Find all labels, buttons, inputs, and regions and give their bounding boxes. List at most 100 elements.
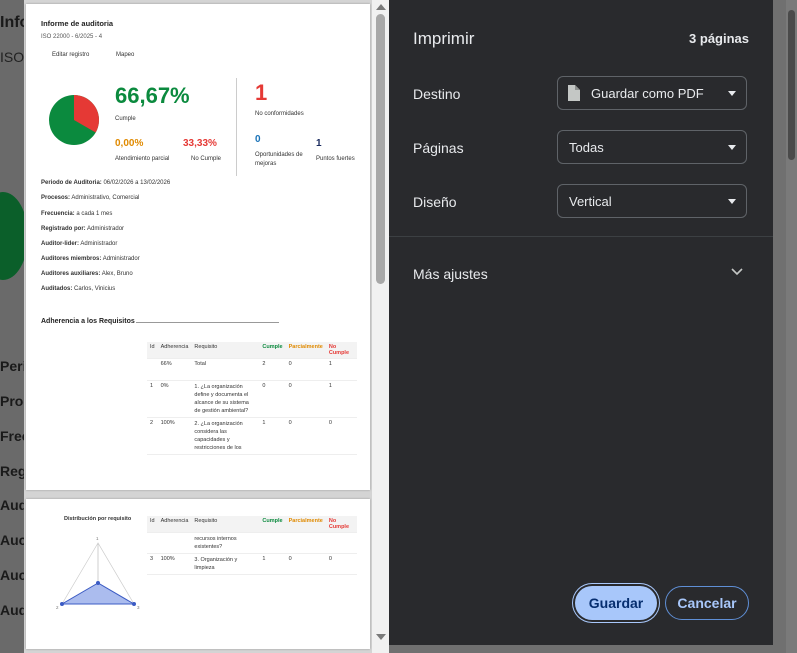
stats-divider — [236, 78, 237, 176]
table-row: 1 0% 1. ¿La organización define y docume… — [147, 380, 357, 418]
background-scrollbar-thumb[interactable] — [788, 10, 795, 160]
radar-label: 1 — [96, 536, 99, 541]
compliance-label: Cumple — [115, 116, 136, 122]
background-scrollbar[interactable] — [786, 0, 797, 653]
radar-label: 2 — [56, 605, 59, 610]
scroll-down-arrow-icon[interactable] — [376, 634, 386, 640]
table-header: Parcialmente — [285, 516, 326, 533]
detail-value: Administrador — [80, 241, 118, 247]
pages-select[interactable]: Todas — [557, 130, 747, 164]
table-cell: 1 — [325, 358, 357, 381]
radar-chart: 1 2 3 — [56, 536, 140, 610]
detail-label: Auditores auxiliares: — [41, 271, 101, 277]
requirements-table-continued: Id Adherencia Requisito Cumple Parcialme… — [147, 516, 357, 575]
table-cell: 1 — [147, 380, 158, 418]
document-icon — [568, 85, 580, 101]
detail-label: Auditores miembros: — [41, 256, 102, 262]
detail-label: Registrado por: — [41, 226, 86, 232]
background-label: Reg — [0, 463, 27, 479]
chevron-down-icon[interactable] — [731, 268, 743, 276]
panel-divider — [389, 236, 773, 237]
print-preview: Informe de auditoria ISO 22000 - 6/2025 … — [24, 0, 372, 653]
detail-value: 06/02/2026 a 13/02/2026 — [103, 180, 171, 186]
tab-edit-record[interactable]: Editar registro — [52, 52, 89, 58]
table-cell: 2 — [147, 417, 158, 455]
partial-label: Atendimiento parcial — [115, 156, 170, 162]
tab-mapping[interactable]: Mapeo — [116, 52, 134, 58]
table-cell: recursos internos existentes? — [191, 532, 260, 554]
detail-value: Administrador — [102, 256, 140, 262]
background-subtitle: ISO — [0, 49, 25, 65]
destination-label: Destino — [413, 86, 461, 102]
table-cell: 2 — [259, 358, 286, 381]
table-cell: 0 — [325, 553, 357, 575]
requirements-table: Id Adherencia Requisito Cumple Parcialme… — [147, 342, 357, 455]
pages-label: Páginas — [413, 140, 464, 156]
cancel-button[interactable]: Cancelar — [665, 586, 749, 620]
detail-value: Administrador — [87, 226, 125, 232]
preview-page-2: Distribución por requisito 1 2 3 Id Adhe… — [26, 499, 370, 649]
table-row: 3 100% 3. Organización y limpieza 1 0 0 — [147, 553, 357, 575]
layout-value: Vertical — [569, 194, 612, 209]
detail-value: Carlos, Vinicius — [74, 286, 116, 292]
page-count: 3 páginas — [689, 31, 749, 46]
radar-point — [132, 602, 136, 606]
table-row: recursos internos existentes? — [147, 532, 357, 554]
nc-count: 1 — [255, 80, 268, 105]
table-header: Requisito — [191, 516, 260, 533]
detail-value: Administrativo, Comercial — [71, 195, 140, 201]
detail-label: Procesos: — [41, 195, 71, 201]
table-cell: 0% — [157, 380, 192, 418]
table-cell: 0 — [285, 358, 326, 381]
section-title: Adherencia a los Requisitos — [41, 318, 135, 325]
destination-select[interactable]: Guardar como PDF — [557, 76, 747, 110]
save-button[interactable]: Guardar — [575, 586, 657, 620]
nc-label: No conformidades — [255, 111, 304, 117]
detail-label: Auditados: — [41, 286, 73, 292]
preview-page-1: Informe de auditoria ISO 22000 - 6/2025 … — [26, 4, 370, 490]
preview-scrollbar[interactable] — [372, 0, 389, 653]
table-cell: 0 — [325, 417, 357, 455]
table-header: Id — [147, 342, 158, 359]
layout-select[interactable]: Vertical — [557, 184, 747, 218]
print-settings-panel: Imprimir 3 páginas Destino Guardar como … — [389, 0, 773, 645]
opportunities-label: Oportunidades de mejoras — [255, 152, 303, 167]
table-cell: 1 — [259, 417, 286, 455]
table-cell: 0 — [285, 553, 326, 575]
chevron-down-icon — [728, 145, 736, 150]
radar-chart-title: Distribución por requisito — [64, 516, 132, 522]
strengths-label: Puntos fuertes — [316, 156, 355, 162]
more-settings-toggle[interactable]: Más ajustes — [413, 266, 488, 282]
table-cell: 100% — [157, 553, 192, 575]
chevron-down-icon — [728, 91, 736, 96]
radar-point — [96, 581, 100, 585]
detail-label: Periodo de Auditoria: — [41, 180, 102, 186]
preview-scrollbar-thumb[interactable] — [376, 14, 385, 284]
table-cell — [147, 358, 158, 381]
table-cell: 2. ¿La organización considera las capaci… — [191, 417, 260, 455]
table-cell: 0 — [285, 380, 326, 418]
table-cell: 3 — [147, 553, 158, 575]
pages-value: Todas — [569, 140, 604, 155]
radar-point — [60, 602, 64, 606]
partial-value: 0,00% — [115, 138, 144, 149]
table-header: No Cumple — [325, 516, 357, 533]
table-header: Requisito — [191, 342, 260, 359]
report-subtitle: ISO 22000 - 6/2025 - 4 — [41, 34, 103, 40]
table-row: 66% Total 2 0 1 — [147, 358, 357, 381]
table-cell: 100% — [157, 417, 192, 455]
background-strip — [0, 0, 24, 653]
radar-label: 3 — [137, 605, 140, 610]
detail-label: Auditor-lider: — [41, 241, 79, 247]
table-header: Cumple — [259, 516, 286, 533]
table-cell: 1. ¿La organización define y documenta e… — [191, 380, 260, 418]
background-label: Peri — [0, 358, 27, 374]
detail-value: Alex, Bruno — [101, 271, 133, 277]
table-cell: 0 — [285, 417, 326, 455]
table-header: Id — [147, 516, 158, 533]
table-cell: 1 — [259, 553, 286, 575]
table-header: Cumple — [259, 342, 286, 359]
scroll-up-arrow-icon[interactable] — [376, 4, 386, 10]
print-title: Imprimir — [413, 29, 475, 48]
table-cell: 1 — [325, 380, 357, 418]
